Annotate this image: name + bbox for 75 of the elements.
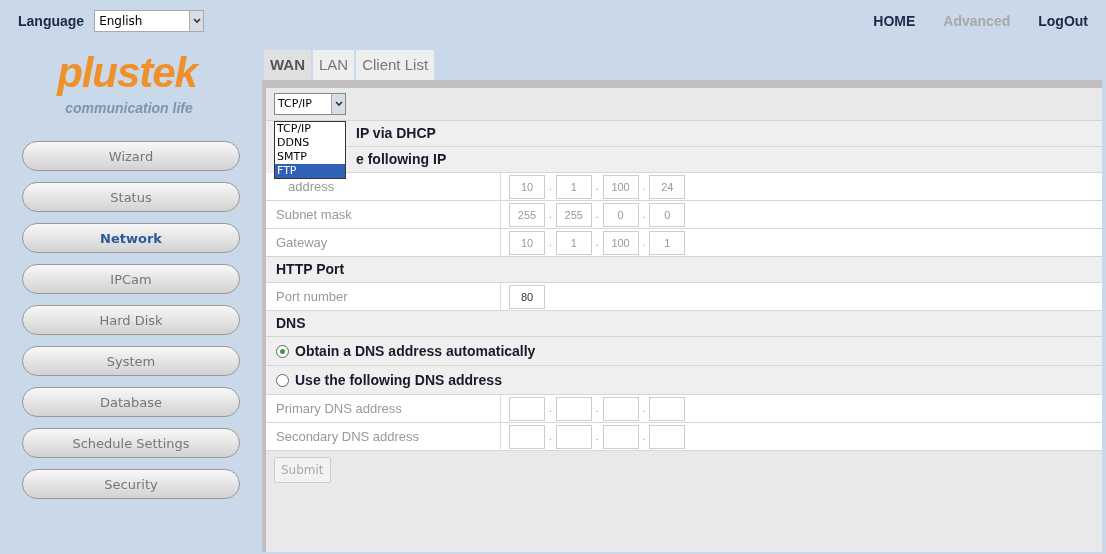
mode-select[interactable]: TCP/IP xyxy=(274,93,346,115)
tab[interactable]: Client List xyxy=(356,50,435,80)
port-field[interactable]: 80 xyxy=(509,284,545,309)
octet-field[interactable]: 255 xyxy=(555,202,592,227)
sidebar-button[interactable]: Security xyxy=(22,469,240,500)
radio-label: Use the following DNS address xyxy=(295,370,502,390)
octet-field[interactable] xyxy=(555,424,592,449)
dot-separator: . xyxy=(549,180,552,194)
dot-separator: . xyxy=(549,430,552,444)
field-label: Secondary DNS address xyxy=(276,427,420,446)
octet-field[interactable] xyxy=(509,424,545,449)
section-heading: IP via DHCP xyxy=(356,124,436,143)
octet-field[interactable]: 1 xyxy=(649,230,686,255)
logo-tagline: communication life xyxy=(65,99,194,119)
sidebar-button[interactable]: Wizard xyxy=(22,141,240,172)
octet-field[interactable] xyxy=(509,396,545,421)
octet-field[interactable]: 255 xyxy=(509,202,545,227)
octet-field[interactable]: 10 xyxy=(509,174,545,199)
sidebar-button[interactable]: Schedule Settings xyxy=(22,428,240,459)
octet-field[interactable] xyxy=(602,396,639,421)
radio-button[interactable] xyxy=(276,344,289,358)
dropdown-option[interactable]: SMTP xyxy=(275,150,345,164)
chevron-down-icon xyxy=(192,18,201,24)
chevron-down-icon xyxy=(334,101,343,107)
tab[interactable]: LAN xyxy=(313,50,355,80)
nav-link[interactable]: LogOut xyxy=(1038,10,1088,32)
logo: plustek xyxy=(57,48,205,99)
sidebar-button[interactable]: Network xyxy=(22,223,240,254)
section-heading: e following IP xyxy=(356,150,447,169)
dot-separator: . xyxy=(595,402,599,416)
dot-separator: . xyxy=(642,180,646,194)
field-label: Gateway xyxy=(276,233,328,252)
section-heading: HTTP Port xyxy=(276,260,345,279)
octet-field[interactable] xyxy=(649,396,686,421)
octet-field[interactable]: 1 xyxy=(555,174,592,199)
dot-separator: . xyxy=(642,402,646,416)
dot-separator: . xyxy=(595,430,599,444)
sidebar-button[interactable]: Hard Disk xyxy=(22,305,240,336)
dot-separator: . xyxy=(642,430,646,444)
sidebar-button[interactable]: Database xyxy=(22,387,240,418)
dot-separator: . xyxy=(549,208,552,222)
dot-separator: . xyxy=(595,180,599,194)
field-label: Subnet mask xyxy=(276,205,352,224)
dropdown-option[interactable]: TCP/IP xyxy=(275,122,345,136)
octet-field[interactable]: 100 xyxy=(602,174,639,199)
sidebar-button[interactable]: Status xyxy=(22,182,240,213)
octet-field[interactable] xyxy=(649,424,686,449)
dot-separator: . xyxy=(642,236,646,250)
octet-field[interactable]: 1 xyxy=(555,230,592,255)
octet-field[interactable]: 24 xyxy=(649,174,686,199)
dot-separator: . xyxy=(595,236,599,250)
octet-field[interactable] xyxy=(555,396,592,421)
dropdown-option[interactable]: FTP xyxy=(275,164,345,178)
radio-button[interactable] xyxy=(276,373,289,387)
field-label: Port number xyxy=(276,287,348,306)
field-label: Primary DNS address xyxy=(276,399,402,418)
radio-label: Obtain a DNS address automatically xyxy=(295,341,536,361)
octet-field[interactable]: 100 xyxy=(602,230,639,255)
dot-separator: . xyxy=(642,208,646,222)
dot-separator: . xyxy=(549,402,552,416)
tab[interactable]: WAN xyxy=(264,50,311,80)
octet-field[interactable]: 0 xyxy=(649,202,686,227)
octet-field[interactable]: 0 xyxy=(602,202,639,227)
dot-separator: . xyxy=(549,236,552,250)
octet-field[interactable] xyxy=(602,424,639,449)
octet-field[interactable]: 10 xyxy=(509,230,545,255)
dot-separator: . xyxy=(595,208,599,222)
nav-link[interactable]: HOME xyxy=(873,10,916,32)
dropdown-option[interactable]: DDNS xyxy=(275,136,345,150)
language-label: Language xyxy=(18,11,85,31)
field-label: address xyxy=(288,177,335,196)
section-heading: DNS xyxy=(276,314,306,333)
sidebar-button[interactable]: System xyxy=(22,346,240,377)
language-select[interactable]: English xyxy=(94,10,205,32)
sidebar-button[interactable]: IPCam xyxy=(22,264,240,295)
